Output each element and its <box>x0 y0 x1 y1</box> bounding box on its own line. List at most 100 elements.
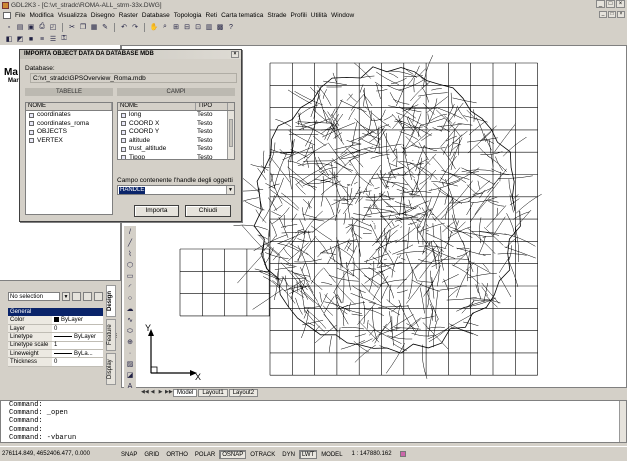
tab-model[interactable]: Model <box>173 388 198 397</box>
menu-utilita[interactable]: Utilità <box>311 12 327 19</box>
spline-icon[interactable]: ∿ <box>125 316 135 326</box>
status-toggle-dyn[interactable]: DYN <box>279 450 298 459</box>
menu-topologia[interactable]: Topologia <box>174 12 202 19</box>
point-icon[interactable]: · <box>125 349 135 359</box>
minimize-button[interactable]: _ <box>596 0 605 8</box>
tables-name-column[interactable]: NOME <box>26 103 112 110</box>
table-list-item[interactable]: OBJECTS <box>26 128 112 137</box>
status-toggle-snap[interactable]: SNAP <box>118 450 140 459</box>
property-row[interactable]: Linetype scale 1 <box>8 341 103 351</box>
region-icon[interactable]: ◪ <box>125 371 135 381</box>
field-list-item[interactable]: Tipop Testo <box>118 154 234 159</box>
tables-list[interactable]: NOME coordinates coordinates_roma OBJECTS V… <box>25 102 113 215</box>
property-row[interactable]: Linetype ByLayer <box>8 332 103 342</box>
fields-type-column[interactable]: TIPO <box>196 103 228 110</box>
construction-line-icon[interactable]: ╱ <box>125 239 135 249</box>
pan-icon[interactable]: ✋ <box>149 22 159 32</box>
undo-icon[interactable]: ↶ <box>119 22 129 32</box>
property-row[interactable]: Lineweight ByLa... <box>8 349 103 359</box>
general-group-header[interactable]: General <box>8 308 103 316</box>
menu-reti[interactable]: Reti <box>206 12 218 19</box>
chevron-down-icon[interactable]: ▼ <box>62 292 70 301</box>
document-minimize-button[interactable]: _ <box>599 11 607 18</box>
property-row[interactable]: Thickness 0 <box>8 357 103 367</box>
table-list-item[interactable]: coordinates_roma <box>26 120 112 129</box>
status-toggle-lwt[interactable]: LWT <box>298 449 318 459</box>
fields-scroll-thumb[interactable] <box>229 119 233 147</box>
preview-icon[interactable]: ◰ <box>48 22 58 32</box>
zoom-previous-icon[interactable]: ⊟ <box>182 22 192 32</box>
status-toggle-grid[interactable]: GRID <box>141 450 162 459</box>
circle-icon[interactable]: ○ <box>125 294 135 304</box>
prev-tab-nav[interactable]: ◀ <box>149 389 156 396</box>
chevron-down-icon[interactable]: ▼ <box>226 186 234 194</box>
print-icon[interactable]: ⎙ <box>37 22 47 32</box>
property-row[interactable]: Color ByLayer <box>8 316 103 325</box>
cut-icon[interactable]: ✂ <box>67 22 77 32</box>
layer-lock-icon[interactable]: ⚿ <box>59 34 69 44</box>
maximize-button[interactable]: □ <box>606 0 615 8</box>
menu-strade[interactable]: Strade <box>267 12 286 19</box>
tab-feature[interactable]: Feature ... <box>106 319 119 351</box>
linetype-icon[interactable]: ≡ <box>37 34 47 44</box>
fields-list[interactable]: NOME TIPO long Testo COORD X Testo COORD Y Te… <box>117 102 235 160</box>
property-value[interactable]: ByLayer <box>52 316 103 325</box>
status-toggle-osnap[interactable]: OSNAP <box>219 449 247 459</box>
save-icon[interactable]: ▣ <box>26 22 36 32</box>
command-scrollbar[interactable] <box>619 401 626 442</box>
help-icon[interactable]: ? <box>226 22 236 32</box>
menu-carta-tematica[interactable]: Carta tematica <box>221 12 263 19</box>
polygon-icon[interactable]: ⬡ <box>125 261 135 271</box>
redo-icon[interactable]: ↷ <box>130 22 140 32</box>
database-path-field[interactable]: C:\vt_stradc\GPSOverview_Roma.mdb <box>30 73 237 83</box>
menu-modifica[interactable]: Modifica <box>29 12 53 19</box>
zoom-extents-icon[interactable]: ⊡ <box>193 22 203 32</box>
paste-icon[interactable]: ▦ <box>89 22 99 32</box>
status-toggle-model[interactable]: MODEL <box>318 450 345 459</box>
menu-raster[interactable]: Raster <box>119 12 138 19</box>
menu-visualizza[interactable]: Visualizza <box>58 12 87 19</box>
property-value[interactable]: 0 <box>52 324 103 334</box>
field-list-item[interactable]: trust_altitude Testo <box>118 145 234 154</box>
revision-cloud-icon[interactable]: ☁ <box>125 305 135 315</box>
status-toggle-polar[interactable]: POLAR <box>192 450 218 459</box>
copy-icon[interactable]: ❐ <box>78 22 88 32</box>
table-list-item[interactable]: VERTEX <box>26 137 112 146</box>
menu-database[interactable]: Database <box>142 12 170 19</box>
properties-icon[interactable]: ▥ <box>204 22 214 32</box>
field-list-item[interactable]: COORD X Testo <box>118 120 234 129</box>
fields-name-column[interactable]: NOME <box>118 103 196 110</box>
property-value[interactable]: 1 <box>52 341 103 351</box>
arc-icon[interactable]: ◜ <box>125 283 135 293</box>
polyline-icon[interactable]: ⌇ <box>125 250 135 260</box>
property-row[interactable]: Layer 0 <box>8 324 103 334</box>
last-tab-nav[interactable]: ▶▶ <box>165 389 173 396</box>
field-list-item[interactable]: COORD Y Testo <box>118 128 234 137</box>
insert-block-icon[interactable]: ⊕ <box>125 338 135 348</box>
match-icon[interactable]: ✎ <box>100 22 110 32</box>
command-window[interactable]: Command: Command: _open Command: Command… <box>0 400 627 443</box>
menu-window[interactable]: Window <box>331 12 354 19</box>
toggle-pickadd-button[interactable] <box>72 292 81 301</box>
zoom-window-icon[interactable]: ⊞ <box>171 22 181 32</box>
property-value[interactable]: ByLayer <box>52 332 103 342</box>
color-icon[interactable]: ■ <box>26 34 36 44</box>
scale-readout[interactable]: 1 : 147880.162 <box>352 451 392 457</box>
tab-display[interactable]: Display <box>106 353 116 385</box>
field-list-item[interactable]: long Testo <box>118 111 234 120</box>
open-icon[interactable]: ▤ <box>15 22 25 32</box>
ellipse-icon[interactable]: ⬭ <box>125 327 135 337</box>
design-center-icon[interactable]: ▩ <box>215 22 225 32</box>
menu-disegno[interactable]: Disegno <box>91 12 115 19</box>
field-list-item[interactable]: altitude Testo <box>118 137 234 146</box>
close-dialog-button[interactable]: Chiudi <box>185 205 231 217</box>
document-icon[interactable] <box>3 11 11 19</box>
tab-design[interactable]: Design <box>106 285 116 317</box>
layer-icon[interactable]: ◧ <box>4 34 14 44</box>
fields-scrollbar[interactable] <box>227 111 234 159</box>
zoom-realtime-icon[interactable]: ⌕ <box>160 22 170 32</box>
line-icon[interactable]: / <box>125 228 135 238</box>
quick-select-button[interactable] <box>94 292 103 301</box>
status-toggle-ortho[interactable]: ORTHO <box>163 450 191 459</box>
document-restore-button[interactable]: □ <box>608 11 616 18</box>
